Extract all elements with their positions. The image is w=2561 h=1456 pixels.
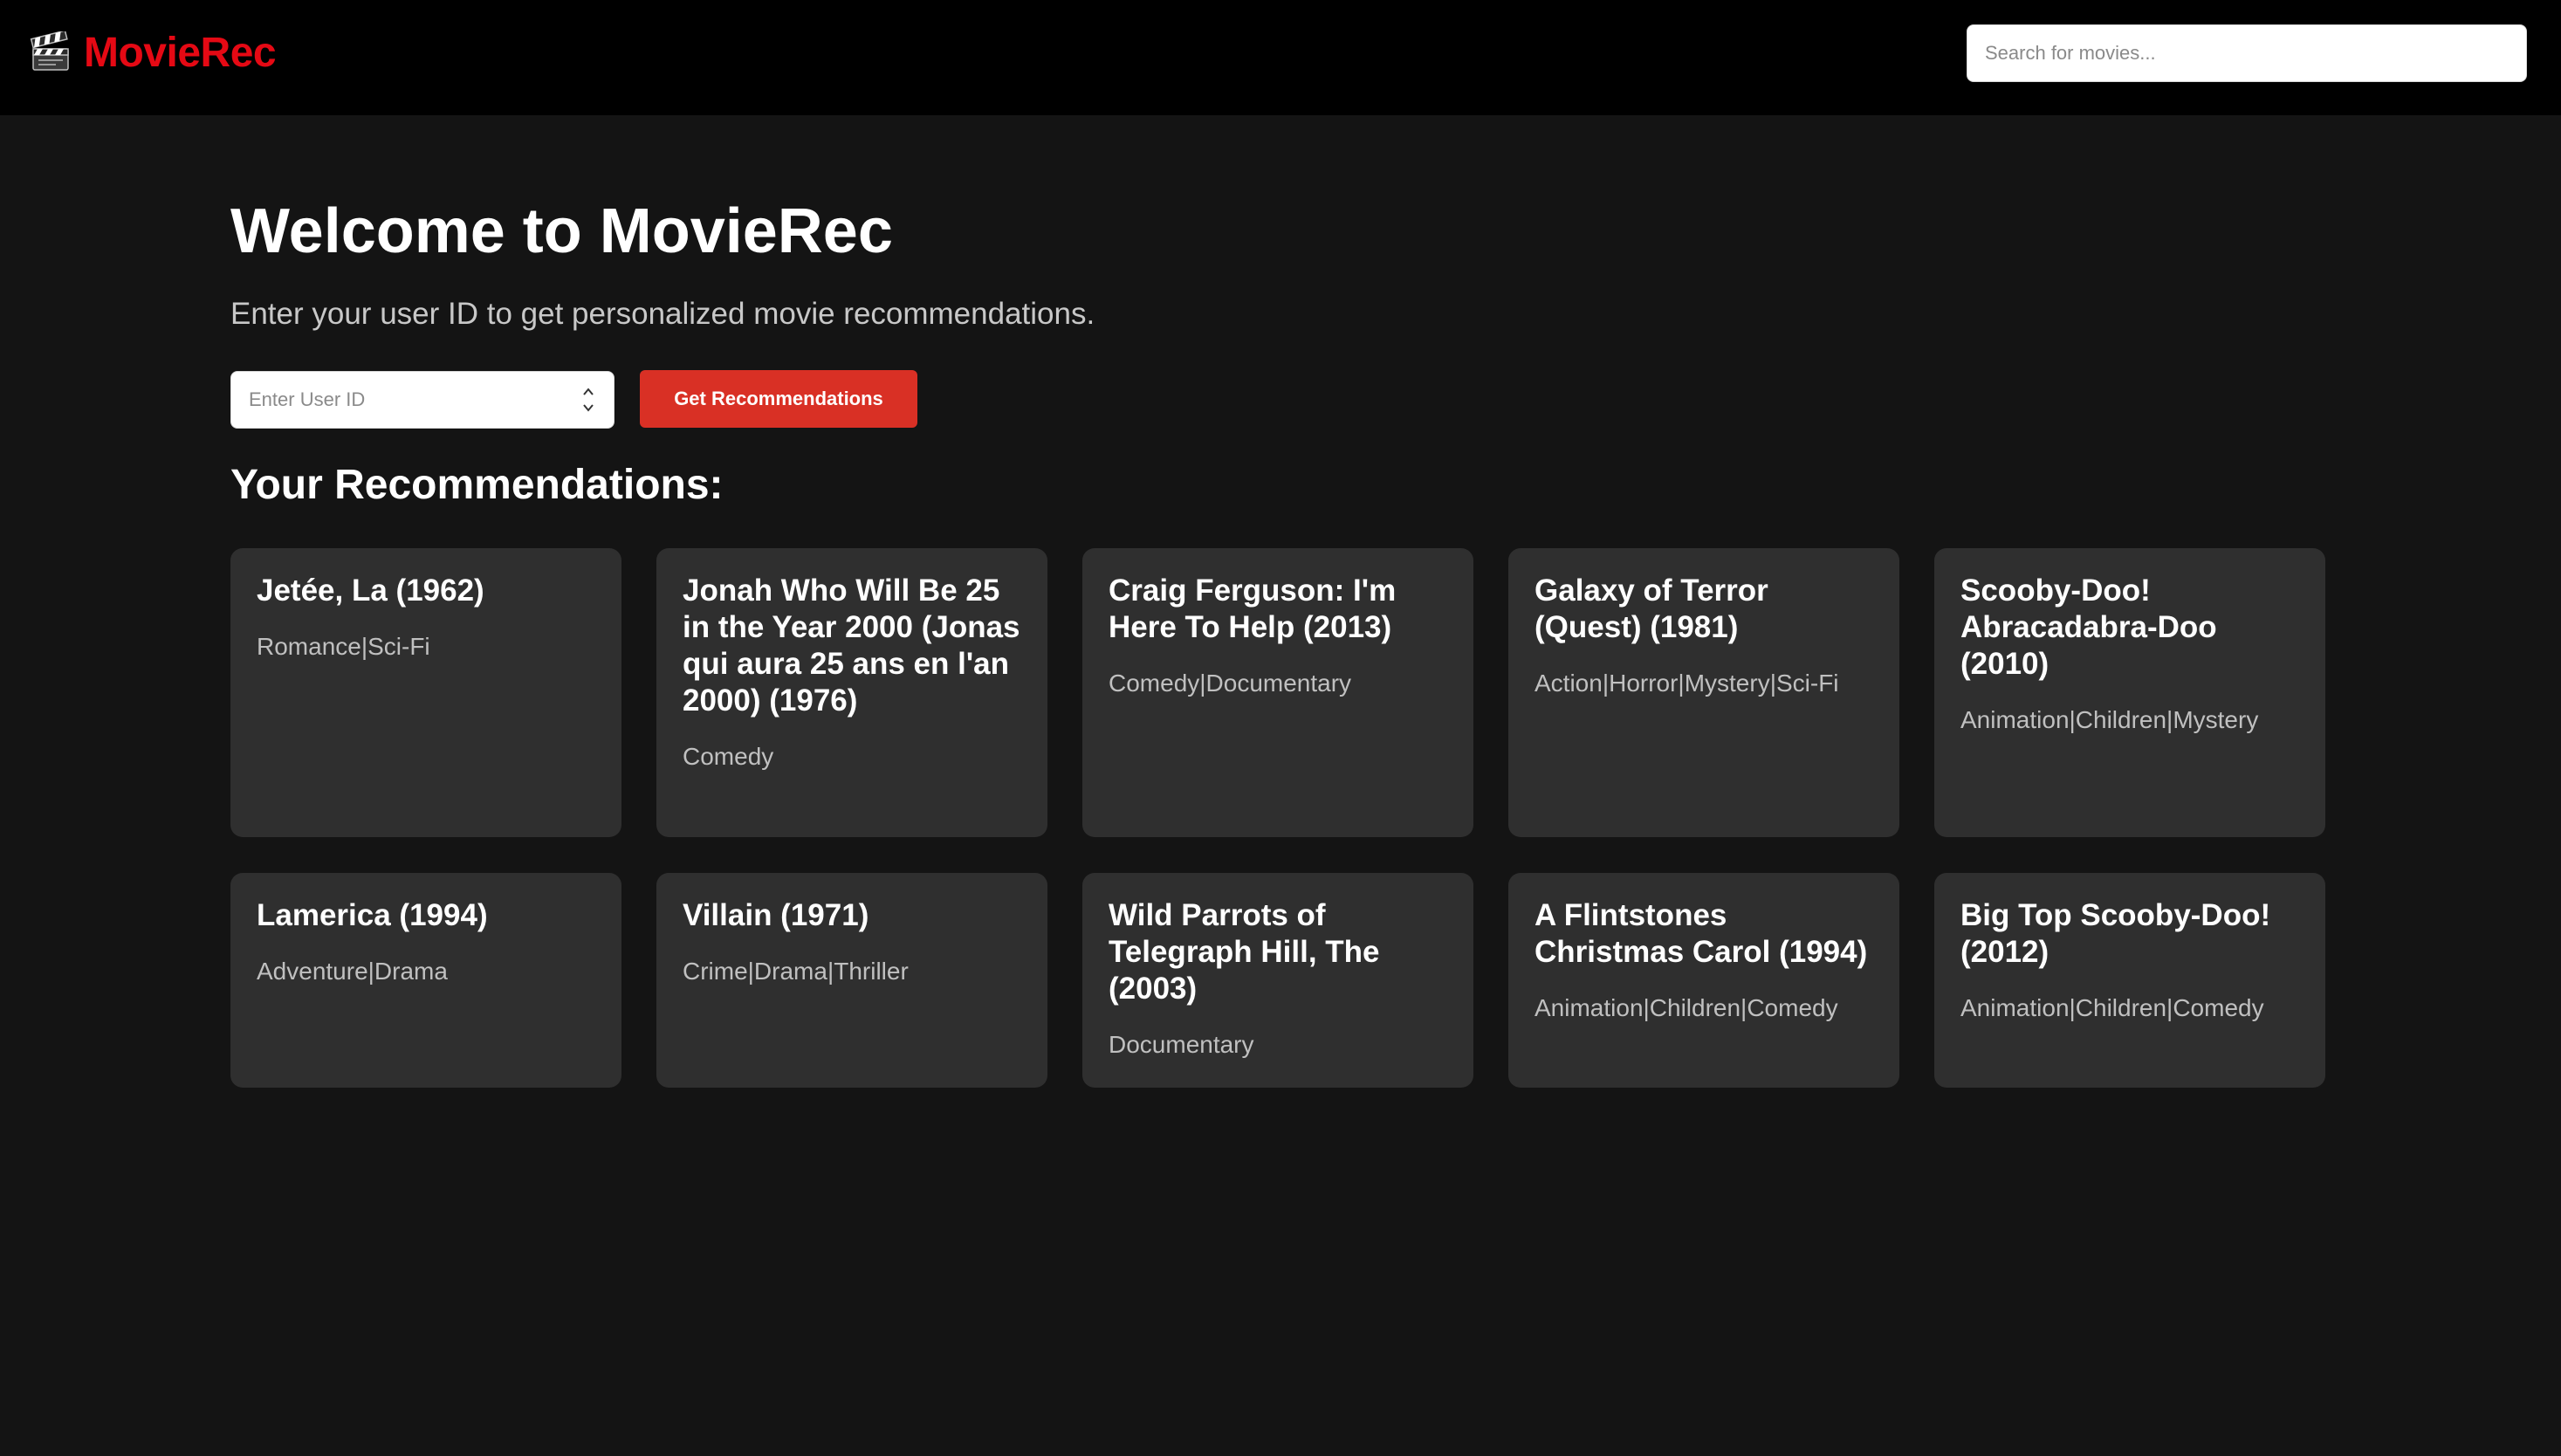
movie-title: Wild Parrots of Telegraph Hill, The (200… [1109, 898, 1380, 1006]
movie-card[interactable]: Jetée, La (1962) Romance|Sci-Fi [230, 548, 621, 837]
movie-card[interactable]: Lamerica (1994) Adventure|Drama [230, 873, 621, 1088]
movie-title: Lamerica (1994) [257, 898, 488, 932]
movie-title: Villain (1971) [683, 898, 869, 932]
movie-genres: Animation|Children|Comedy [1535, 994, 1838, 1021]
movie-genres: Animation|Children|Mystery [1960, 706, 2259, 733]
movie-title: A Flintstones Christmas Carol (1994) [1535, 898, 1868, 969]
movie-title: Craig Ferguson: I'm Here To Help (2013) [1109, 573, 1397, 644]
movie-genres: Crime|Drama|Thriller [683, 958, 909, 985]
get-recommendations-button[interactable]: Get Recommendations [640, 370, 917, 428]
movie-card[interactable]: Jonah Who Will Be 25 in the Year 2000 (J… [656, 548, 1047, 837]
movie-card[interactable]: A Flintstones Christmas Carol (1994) Ani… [1508, 873, 1899, 1088]
user-id-input[interactable] [231, 372, 572, 428]
movie-card[interactable]: Big Top Scooby-Doo! (2012) Animation|Chi… [1934, 873, 2325, 1088]
page-subtitle: Enter your user ID to get personalized m… [230, 297, 1095, 331]
movie-genres: Action|Horror|Mystery|Sci-Fi [1535, 670, 1839, 697]
movie-genres: Comedy|Documentary [1109, 670, 1352, 697]
movie-card[interactable]: Galaxy of Terror (Quest) (1981) Action|H… [1508, 548, 1899, 837]
movie-card[interactable]: Craig Ferguson: I'm Here To Help (2013) … [1082, 548, 1473, 837]
movie-genres: Animation|Children|Comedy [1960, 994, 2264, 1021]
movie-card[interactable]: Scooby-Doo! Abracadabra-Doo (2010) Anima… [1934, 548, 2325, 837]
movie-genres: Romance|Sci-Fi [257, 633, 430, 660]
movie-title: Scooby-Doo! Abracadabra-Doo (2010) [1960, 573, 2217, 681]
page-title: Welcome to MovieRec [230, 196, 893, 266]
movie-title: Jonah Who Will Be 25 in the Year 2000 (J… [683, 573, 1020, 718]
movie-title: Galaxy of Terror (Quest) (1981) [1535, 573, 1768, 644]
top-navbar: MovieRec [0, 0, 2561, 115]
clapperboard-icon [30, 30, 72, 73]
movie-card[interactable]: Villain (1971) Crime|Drama|Thriller [656, 873, 1047, 1088]
spinner-up-icon[interactable] [582, 387, 594, 397]
movie-title: Big Top Scooby-Doo! (2012) [1960, 898, 2271, 969]
movie-search-input[interactable] [1967, 24, 2527, 82]
movie-genres: Comedy [683, 743, 774, 770]
movie-genres: Adventure|Drama [257, 958, 448, 985]
movie-genres: Documentary [1109, 1031, 1254, 1058]
recommendations-heading: Your Recommendations: [230, 462, 724, 508]
movie-title: Jetée, La (1962) [257, 573, 484, 608]
user-id-field[interactable] [230, 371, 615, 429]
brand[interactable]: MovieRec [30, 26, 277, 79]
brand-name: MovieRec [84, 29, 277, 76]
number-spinner[interactable] [582, 387, 594, 413]
spinner-down-icon[interactable] [582, 402, 594, 413]
movie-card[interactable]: Wild Parrots of Telegraph Hill, The (200… [1082, 873, 1473, 1088]
